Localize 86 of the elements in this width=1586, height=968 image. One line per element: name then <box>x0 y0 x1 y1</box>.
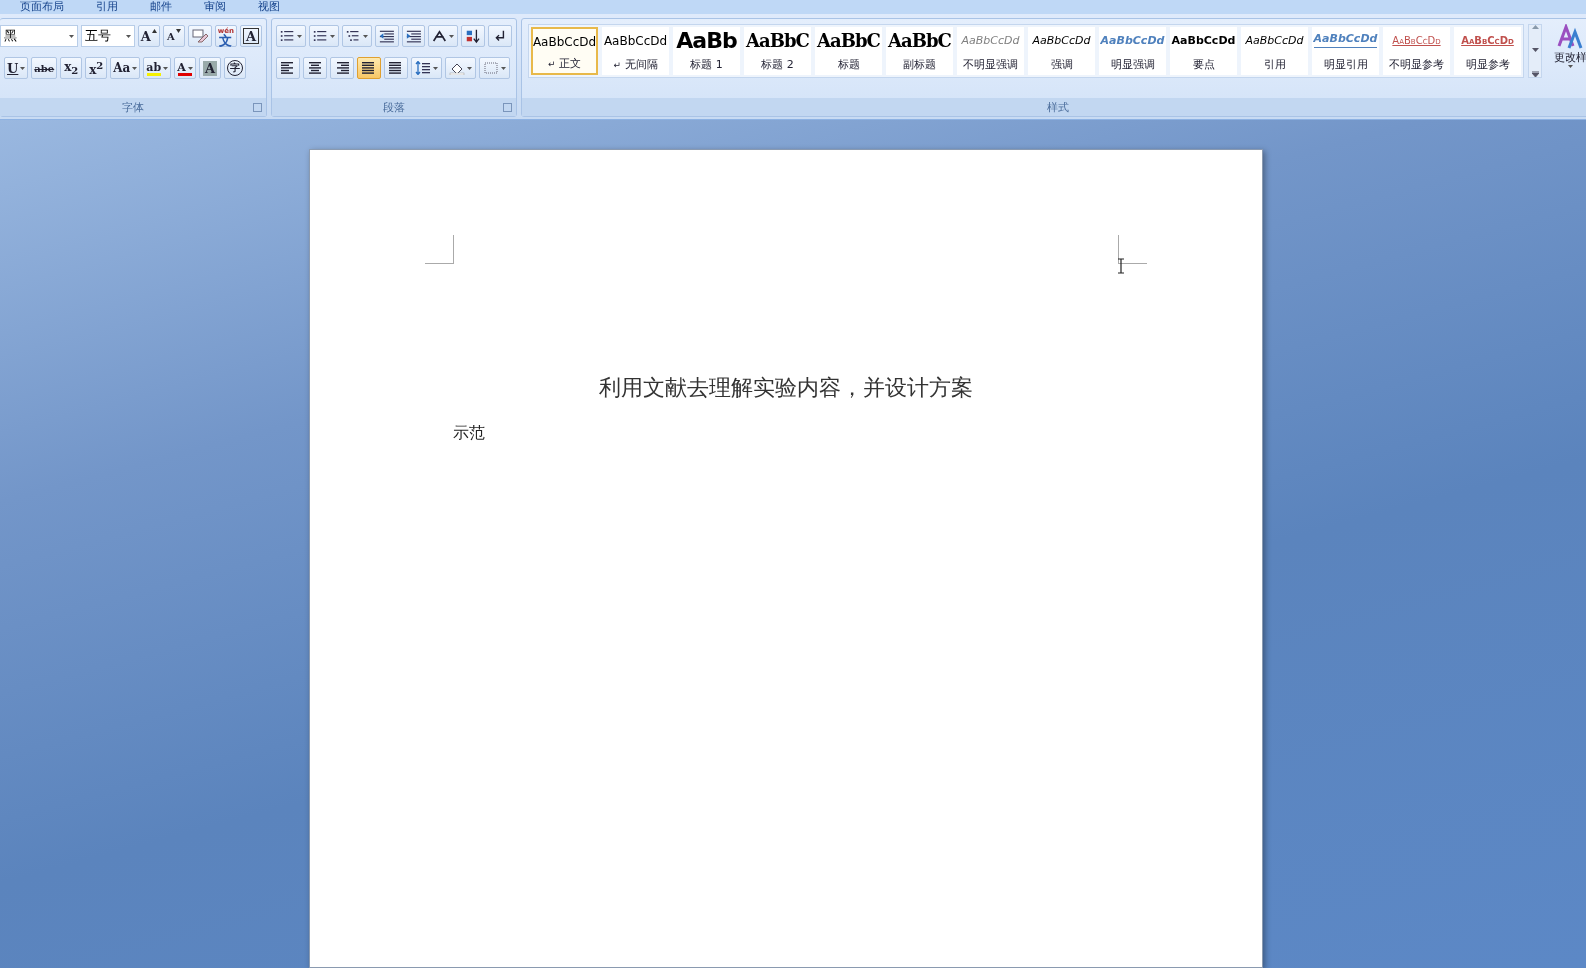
align-left-icon <box>280 61 296 75</box>
caret-icon <box>433 66 438 70</box>
justify-button[interactable] <box>357 57 381 79</box>
clear-format-button[interactable] <box>187 25 212 47</box>
eraser-icon <box>190 28 209 44</box>
style-gallery-item[interactable]: AaBbC 标题 2 <box>744 27 811 75</box>
outdent-button[interactable] <box>374 25 399 47</box>
caret-icon <box>68 34 74 38</box>
bullets-icon <box>280 28 295 44</box>
caret-icon <box>467 66 472 70</box>
font-format-button[interactable]: A <box>199 57 222 79</box>
outdent-icon <box>378 28 395 44</box>
chinese-layout-button[interactable] <box>428 25 459 47</box>
indent-button[interactable] <box>401 25 426 47</box>
ribbon-tab[interactable]: 引用 <box>80 0 134 14</box>
font-format-button[interactable]: A <box>240 25 262 47</box>
style-gallery-item[interactable]: AaBbCcDd 强调 <box>1028 27 1095 75</box>
body-text: 示范 <box>453 423 486 444</box>
style-gallery-item[interactable]: AaBbCcDd ↵ 无间隔 <box>602 27 669 75</box>
sort-icon <box>465 28 482 44</box>
letters-icon <box>1557 24 1583 50</box>
style-gallery-item[interactable]: AaBbCcDd 引用 <box>1241 27 1308 75</box>
style-gallery-item[interactable]: AaBbCcDd ↵ 正文 <box>531 27 598 75</box>
caret-icon <box>125 34 131 38</box>
sort-button[interactable] <box>461 25 486 47</box>
align-center-icon <box>307 61 323 75</box>
caret-icon <box>501 66 506 70</box>
group-title: 字体 <box>122 99 144 115</box>
scroll-down-icon[interactable] <box>1531 48 1539 52</box>
borders-icon <box>483 61 499 75</box>
ribbon-tab[interactable]: 邮件 <box>134 0 188 14</box>
ribbon-tab[interactable]: 审阅 <box>188 0 242 14</box>
style-gallery-item[interactable]: AaBbCcDd 明显引用 <box>1312 27 1379 75</box>
bullets-button[interactable] <box>276 25 306 47</box>
caret-icon <box>1567 65 1573 68</box>
document-title: 利用文献去理解实验内容，并设计方案 <box>598 374 974 402</box>
text-cursor-icon <box>1117 258 1125 274</box>
margin-mark <box>1118 235 1147 264</box>
multilevel-button[interactable] <box>341 25 372 47</box>
font-format-button[interactable]: abe <box>31 57 58 79</box>
align-center-button[interactable] <box>303 57 327 79</box>
expand-gallery-icon[interactable] <box>1531 71 1539 77</box>
line-spacing-button[interactable] <box>411 57 442 79</box>
show-marks-button[interactable] <box>488 25 512 47</box>
align-left-button[interactable] <box>276 57 300 79</box>
style-gallery-item[interactable]: AaBbCcDd 要点 <box>1170 27 1237 75</box>
style-gallery-item[interactable]: AaBbC 标题 <box>815 27 882 75</box>
font-format-button[interactable]: U <box>4 57 29 79</box>
font-format-button[interactable]: ab <box>143 57 172 79</box>
shading-button[interactable] <box>445 57 476 79</box>
style-gallery-item[interactable]: AaBbCcDd 不明显强调 <box>957 27 1024 75</box>
font-name-field[interactable]: 黑 <box>0 25 78 47</box>
style-gallery-item[interactable]: AaBbCcDd 明显强调 <box>1099 27 1166 75</box>
font-format-button[interactable]: A <box>174 57 197 79</box>
font-format-button[interactable]: Aa <box>110 57 141 79</box>
font-format-button[interactable]: A <box>162 25 185 47</box>
multilevel-icon <box>345 28 361 44</box>
numbering-button[interactable] <box>308 25 339 47</box>
chinese-layout-icon <box>432 28 448 44</box>
justify-icon <box>361 61 377 75</box>
font-format-button[interactable]: x$_{2}$ <box>60 57 83 79</box>
change-styles-button[interactable]: 更改样 <box>1546 24 1586 96</box>
distributed-icon <box>388 61 404 75</box>
triangle-icon <box>175 29 181 33</box>
style-gallery-item[interactable]: AaBb 标题 1 <box>673 27 740 75</box>
shading-icon <box>449 61 465 75</box>
group-title: 样式 <box>1047 99 1069 115</box>
triangle-icon <box>151 29 157 33</box>
style-gallery-item[interactable]: AaBbC 副标题 <box>886 27 953 75</box>
font-format-button[interactable]: 字 <box>224 57 247 79</box>
align-right-button[interactable] <box>330 57 354 79</box>
ribbon-tab[interactable]: 视图 <box>242 0 296 14</box>
distributed-button[interactable] <box>384 57 408 79</box>
numbering-icon <box>312 28 328 44</box>
gallery-scroll-bar[interactable] <box>1528 24 1542 78</box>
indent-icon <box>405 28 422 44</box>
group-title: 段落 <box>383 99 405 115</box>
line-spacing-icon <box>415 61 431 75</box>
font-size-field[interactable]: 五号 <box>80 25 135 47</box>
font-format-button[interactable]: x$^{2}$ <box>85 57 108 79</box>
style-gallery-item[interactable]: AaBbCcDd 明显参考 <box>1454 27 1521 75</box>
align-right-icon <box>334 61 350 75</box>
font-format-button[interactable]: A <box>137 25 160 47</box>
style-gallery-item[interactable]: AaBbCcDd 不明显参考 <box>1383 27 1450 75</box>
margin-mark <box>425 235 454 264</box>
ribbon-tab[interactable]: 页面布局 <box>4 0 80 14</box>
